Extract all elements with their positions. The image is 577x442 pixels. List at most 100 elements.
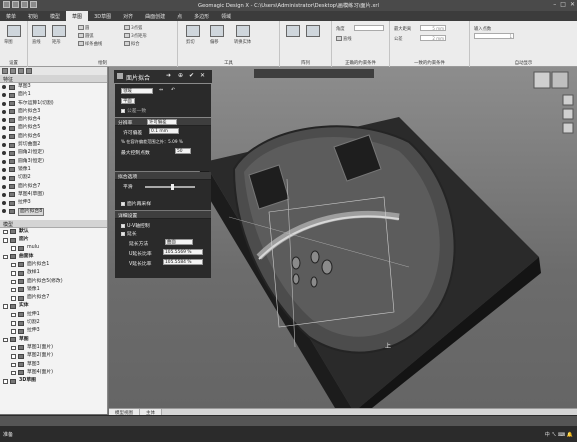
visibility-icon[interactable] bbox=[2, 192, 6, 197]
feature-tree-item[interactable]: 剪切曲面2 bbox=[0, 141, 107, 149]
max-control-points-input[interactable]: 50 bbox=[175, 148, 191, 154]
model-tree-item[interactable]: 草图1(面片) bbox=[0, 344, 107, 352]
visibility-checkbox[interactable] bbox=[3, 379, 8, 384]
visibility-icon[interactable] bbox=[2, 85, 6, 89]
draw-item[interactable]: 3点弧 bbox=[124, 25, 142, 31]
menu-item[interactable]: 草图 bbox=[66, 11, 89, 21]
visibility-checkbox[interactable] bbox=[11, 287, 16, 293]
visibility-checkbox[interactable] bbox=[3, 304, 8, 309]
right-toolbar[interactable] bbox=[562, 94, 574, 134]
visibility-checkbox[interactable] bbox=[11, 362, 16, 367]
smooth-slider[interactable] bbox=[145, 184, 195, 190]
draw-item[interactable]: 直线 bbox=[32, 39, 41, 45]
feature-tree-item[interactable]: 布尔运算1(切割) bbox=[0, 100, 107, 108]
visibility-icon[interactable] bbox=[2, 143, 6, 148]
settings-icon[interactable] bbox=[26, 68, 32, 74]
feature-tree-item[interactable]: 面片1 bbox=[0, 91, 107, 99]
sketch-button-label[interactable]: 草图 bbox=[4, 39, 13, 45]
visibility-checkbox[interactable] bbox=[11, 296, 16, 301]
extend-method-select[interactable]: 曲面 bbox=[165, 239, 193, 245]
visibility-checkbox[interactable] bbox=[11, 329, 16, 334]
visibility-icon[interactable] bbox=[2, 134, 6, 139]
visibility-checkbox[interactable] bbox=[11, 345, 16, 351]
visibility-checkbox[interactable] bbox=[11, 370, 16, 376]
visibility-icon[interactable] bbox=[2, 176, 6, 181]
draw-item[interactable]: 样条曲线 bbox=[78, 41, 102, 47]
tolerance-input[interactable]: 0.1 mm bbox=[149, 128, 179, 134]
confirm-icon[interactable]: ✔ bbox=[189, 72, 194, 79]
model-tree-item[interactable]: 镜像1 bbox=[0, 286, 107, 294]
visibility-checkbox[interactable] bbox=[11, 246, 16, 251]
visibility-icon[interactable] bbox=[2, 118, 6, 123]
model-tree-item[interactable]: 草图3 bbox=[0, 361, 107, 369]
view-toolbar[interactable] bbox=[254, 69, 374, 78]
visibility-icon[interactable] bbox=[2, 184, 6, 189]
preview-icon[interactable]: ⊕ bbox=[178, 72, 183, 79]
visibility-checkbox[interactable] bbox=[3, 254, 8, 260]
model-tree-item[interactable]: 拉伸3 bbox=[0, 327, 107, 335]
menu-item[interactable]: 模型 bbox=[44, 11, 66, 21]
draw-item[interactable]: 圆 bbox=[78, 25, 89, 31]
convert-entity-icon[interactable] bbox=[236, 25, 250, 37]
model-tree-item[interactable]: 面片拟合1 bbox=[0, 261, 107, 269]
visibility-icon[interactable] bbox=[2, 209, 6, 214]
model-tree-item[interactable]: 草图4(面片) bbox=[0, 369, 107, 377]
uniform-tolerance-option[interactable]: 公差一致 bbox=[121, 107, 146, 114]
menu-item[interactable]: 多边形 bbox=[188, 11, 215, 21]
model-tree-item[interactable]: 草图2(面片) bbox=[0, 352, 107, 360]
menu-item[interactable]: 菜单 bbox=[0, 11, 22, 21]
max-distance-field[interactable]: 5 mm bbox=[420, 25, 446, 31]
draw-item[interactable]: 拟合 bbox=[124, 41, 140, 47]
mirror-icon[interactable] bbox=[306, 25, 320, 37]
plane-option[interactable]: 平面 bbox=[121, 98, 135, 104]
feature-tree-item[interactable]: 面片拟合5 bbox=[0, 124, 107, 132]
feature-tree-item[interactable]: 拉伸3 bbox=[0, 199, 107, 207]
rectangle-tool-icon[interactable] bbox=[52, 25, 66, 37]
feature-tree-item[interactable]: 圆角2(恒定) bbox=[0, 149, 107, 157]
view-cube[interactable] bbox=[533, 71, 569, 89]
add-icon[interactable]: ⇔ bbox=[159, 88, 163, 93]
u-ratio-input[interactable]: 105.5569 % bbox=[163, 249, 203, 255]
resample-option[interactable]: 面片再采样 bbox=[121, 200, 151, 207]
model-tree-item[interactable]: 拉伸1 bbox=[0, 311, 107, 319]
model-tree-item[interactable]: 放样1 bbox=[0, 269, 107, 277]
model-tree-item[interactable]: 面片拟合5(修改) bbox=[0, 278, 107, 286]
undo-icon[interactable]: ↶ bbox=[171, 88, 175, 93]
extend-option[interactable]: 延长 bbox=[121, 230, 137, 237]
feature-tree-item[interactable]: 镜像1 bbox=[0, 166, 107, 174]
model-tree-item[interactable]: 切割2 bbox=[0, 319, 107, 327]
tool-item[interactable]: 剪切 bbox=[186, 39, 195, 45]
offset-icon[interactable] bbox=[210, 25, 224, 37]
model-tree-item[interactable]: mulu bbox=[0, 244, 107, 252]
tolerance-field[interactable]: 2 mm bbox=[420, 35, 446, 41]
tool-item[interactable]: 偏移 bbox=[210, 39, 219, 45]
visibility-icon[interactable] bbox=[2, 126, 6, 131]
pattern-icon[interactable] bbox=[286, 25, 300, 37]
visibility-checkbox[interactable] bbox=[3, 337, 8, 343]
model-tree-item[interactable]: 实体 bbox=[0, 302, 107, 310]
model-tree-item[interactable]: 面片 bbox=[0, 236, 107, 244]
visibility-icon[interactable] bbox=[2, 151, 6, 156]
visibility-checkbox[interactable] bbox=[11, 271, 16, 276]
visibility-icon[interactable] bbox=[2, 93, 6, 98]
draw-item[interactable]: 3点矩形 bbox=[124, 33, 147, 39]
sketch-icon[interactable] bbox=[7, 25, 21, 37]
feature-tree-item[interactable]: 面片拟合6 bbox=[0, 133, 107, 141]
cancel-icon[interactable]: ✕ bbox=[200, 72, 205, 79]
filter-icon[interactable] bbox=[10, 68, 16, 74]
visibility-icon[interactable] bbox=[2, 159, 6, 164]
minimize-icon[interactable]: – bbox=[553, 1, 556, 8]
menu-item[interactable]: 点 bbox=[171, 11, 188, 21]
feature-tree-item[interactable]: 草图3 bbox=[0, 83, 107, 91]
feature-tree-item[interactable]: 圆角3(恒定) bbox=[0, 158, 107, 166]
input-points-field[interactable]: 1 bbox=[474, 33, 514, 39]
visibility-checkbox[interactable] bbox=[11, 279, 16, 285]
expand-icon[interactable] bbox=[2, 68, 8, 74]
next-arrow-icon[interactable]: ➜ bbox=[166, 72, 171, 79]
visibility-checkbox[interactable] bbox=[3, 238, 8, 243]
menu-item[interactable]: 曲面创建 bbox=[139, 11, 171, 21]
v-ratio-input[interactable]: 105.5584 % bbox=[163, 259, 203, 265]
selection-toolbar[interactable] bbox=[0, 416, 577, 426]
menu-item[interactable]: 领域 bbox=[215, 11, 237, 21]
visibility-checkbox[interactable] bbox=[3, 229, 8, 235]
